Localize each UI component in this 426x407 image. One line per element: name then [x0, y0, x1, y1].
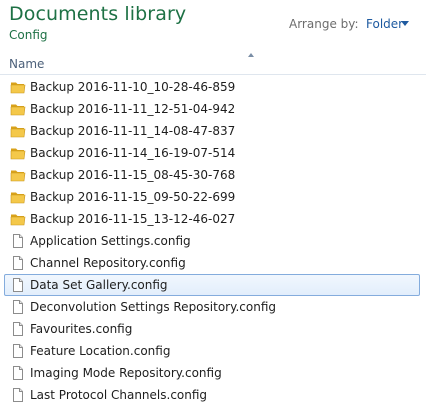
library-subtitle[interactable]: Config: [9, 28, 48, 42]
file-icon: [10, 299, 26, 315]
list-item-label: Data Set Gallery.config: [30, 278, 168, 292]
arrange-by-label: Arrange by:: [289, 17, 359, 31]
folder-icon: [10, 79, 26, 95]
list-item[interactable]: Backup 2016-11-15_13-12-46-027: [4, 208, 420, 230]
list-item-label: Feature Location.config: [30, 344, 171, 358]
list-item[interactable]: Backup 2016-11-15_08-45-30-768: [4, 164, 420, 186]
list-item[interactable]: Deconvolution Settings Repository.config: [4, 296, 420, 318]
list-item[interactable]: Backup 2016-11-14_16-19-07-514: [4, 142, 420, 164]
list-item[interactable]: Imaging Mode Repository.config: [4, 362, 420, 384]
list-item[interactable]: Channel Repository.config: [4, 252, 420, 274]
list-item-label: Backup 2016-11-15_08-45-30-768: [30, 168, 236, 182]
file-icon: [10, 387, 26, 403]
list-item-label: Application Settings.config: [30, 234, 191, 248]
folder-icon: [10, 189, 26, 205]
column-header-name[interactable]: Name: [0, 52, 426, 75]
list-item[interactable]: Backup 2016-11-15_09-50-22-699: [4, 186, 420, 208]
list-item-label: Favourites.config: [30, 322, 133, 336]
list-item[interactable]: Data Set Gallery.config: [4, 274, 420, 296]
list-item-label: Backup 2016-11-10_10-28-46-859: [30, 80, 236, 94]
file-icon: [10, 365, 26, 381]
file-list: Backup 2016-11-10_10-28-46-859 Backup 201…: [0, 76, 426, 406]
arrange-by-dropdown[interactable]: Folder: [363, 15, 406, 33]
file-icon: [10, 343, 26, 359]
list-item-label: Backup 2016-11-14_16-19-07-514: [30, 146, 236, 160]
folder-icon: [10, 167, 26, 183]
list-item-label: Deconvolution Settings Repository.config: [30, 300, 277, 314]
file-icon: [10, 255, 26, 271]
list-item[interactable]: Feature Location.config: [4, 340, 420, 362]
file-icon: [10, 277, 26, 293]
list-item-label: Backup 2016-11-15_09-50-22-699: [30, 190, 236, 204]
list-item[interactable]: Last Protocol Channels.config: [4, 384, 420, 406]
list-item-label: Last Protocol Channels.config: [30, 388, 208, 402]
list-item-label: Backup 2016-11-15_13-12-46-027: [30, 212, 236, 226]
file-icon: [10, 233, 26, 249]
folder-icon: [10, 123, 26, 139]
chevron-down-icon[interactable]: [401, 21, 409, 26]
folder-icon: [10, 101, 26, 117]
list-item[interactable]: Backup 2016-11-10_10-28-46-859: [4, 76, 420, 98]
file-icon: [10, 321, 26, 337]
column-header-label: Name: [9, 57, 45, 71]
list-item-label: Backup 2016-11-11_14-08-47-837: [30, 124, 236, 138]
folder-icon: [10, 145, 26, 161]
list-item-label: Backup 2016-11-11_12-51-04-942: [30, 102, 236, 116]
list-item[interactable]: Favourites.config: [4, 318, 420, 340]
list-item[interactable]: Application Settings.config: [4, 230, 420, 252]
sort-ascending-icon: [248, 53, 254, 57]
list-item-label: Imaging Mode Repository.config: [30, 366, 222, 380]
library-title: Documents library: [9, 3, 187, 25]
library-header: Documents library Config Arrange by: Fol…: [0, 0, 426, 52]
list-item[interactable]: Backup 2016-11-11_12-51-04-942: [4, 98, 420, 120]
list-item[interactable]: Backup 2016-11-11_14-08-47-837: [4, 120, 420, 142]
list-item-label: Channel Repository.config: [30, 256, 186, 270]
folder-icon: [10, 211, 26, 227]
